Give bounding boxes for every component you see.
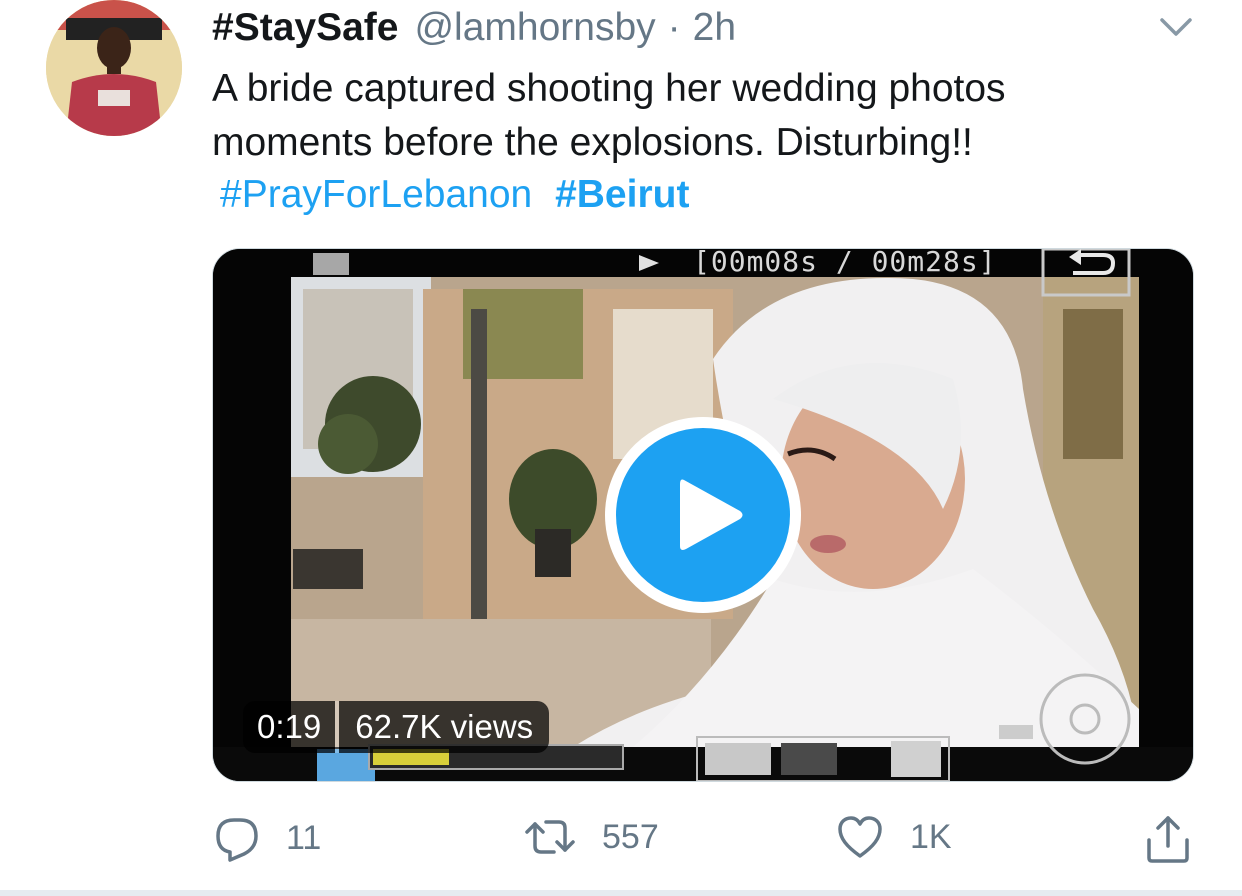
header-separator: · xyxy=(667,6,681,49)
display-name[interactable]: #StaySafe xyxy=(212,6,398,50)
like-icon xyxy=(836,814,884,860)
tweet-header: #StaySafe @lamhornsby · 2h xyxy=(212,2,736,54)
retweet-icon xyxy=(524,814,576,860)
share-button[interactable] xyxy=(1144,814,1192,864)
reply-button[interactable]: 11 xyxy=(214,814,321,862)
tweet-text-line: A bride captured shooting her wedding ph… xyxy=(212,67,1006,110)
like-button[interactable]: 1K xyxy=(836,814,952,860)
retweet-count: 557 xyxy=(602,817,659,856)
view-count: 62.7K views xyxy=(339,701,550,753)
hashtag-link[interactable]: #Beirut xyxy=(555,173,689,216)
tweet-text: A bride captured shooting her wedding ph… xyxy=(212,62,1202,170)
tweet-actions: 11 557 1K xyxy=(0,812,1242,868)
tweet-text-line: moments before the explosions. Disturbin… xyxy=(212,121,973,164)
reply-count: 11 xyxy=(286,818,322,857)
video-player[interactable]: [00m08s / 00m28s] 0:19 62.7K views xyxy=(212,248,1194,782)
avatar-image xyxy=(46,0,182,136)
hashtag-link[interactable]: #PrayForLebanon xyxy=(220,173,532,216)
camera-timer-readout: [00m08s / 00m28s] xyxy=(693,248,997,278)
chevron-down-icon[interactable] xyxy=(1156,12,1196,42)
timestamp[interactable]: 2h xyxy=(693,6,736,50)
avatar[interactable] xyxy=(46,0,182,136)
user-handle[interactable]: @lamhornsby xyxy=(414,6,655,50)
play-button[interactable] xyxy=(605,417,801,613)
reply-icon xyxy=(214,814,260,862)
like-count: 1K xyxy=(910,817,952,856)
play-icon xyxy=(616,428,790,602)
retweet-button[interactable]: 557 xyxy=(524,814,659,860)
video-stats-overlay: 0:19 62.7K views xyxy=(243,701,550,753)
hashtag-list: #PrayForLebanon #Beirut xyxy=(220,168,689,222)
share-icon xyxy=(1144,814,1192,864)
tweet-divider xyxy=(0,890,1242,896)
video-duration: 0:19 xyxy=(243,701,336,753)
